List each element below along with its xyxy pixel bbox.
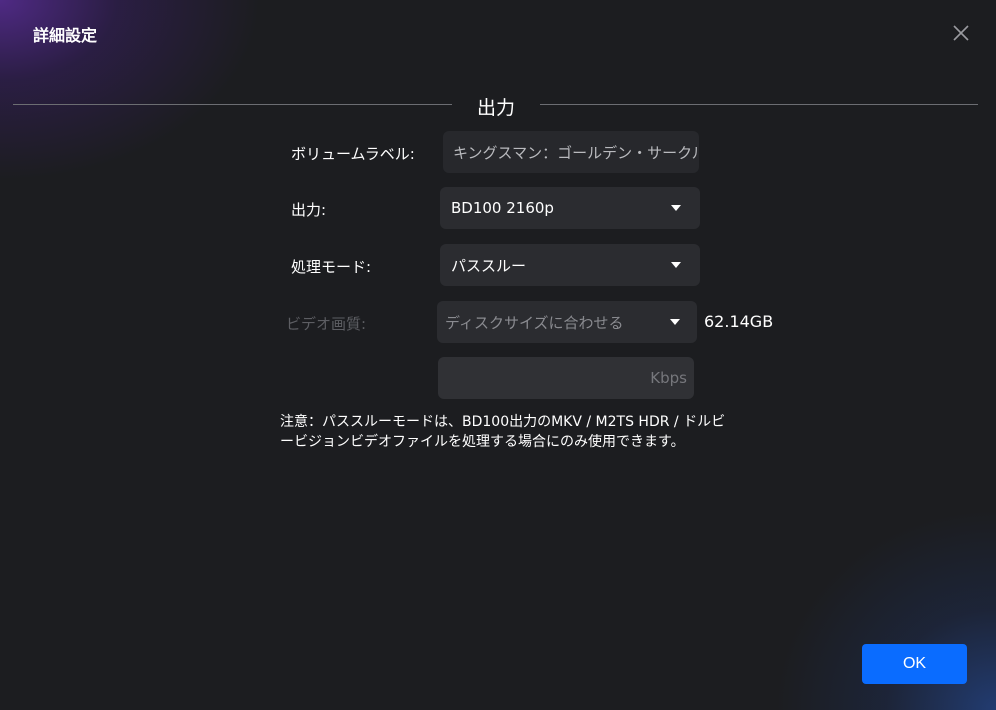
volume-label-value: キングスマン：ゴールデン・サークル (453, 143, 699, 162)
dialog-title: 詳細設定 (33, 26, 98, 45)
chevron-down-icon (670, 319, 680, 325)
video-quality-selected-value: ディスクサイズに合わせる (445, 313, 624, 332)
processing-mode-label: 処理モード: (291, 258, 372, 276)
section-title: 出力 (476, 97, 515, 119)
output-label: 出力: (291, 201, 327, 219)
processing-mode-selected-value: パススルー (451, 256, 527, 275)
section-divider-left (13, 104, 452, 105)
estimated-size: 62.14GB (704, 312, 774, 331)
bitrate-unit: Kbps (650, 369, 687, 387)
video-quality-label: ビデオ画質: (286, 315, 367, 333)
section-divider-right (540, 104, 978, 105)
ok-button[interactable]: OK (862, 644, 967, 684)
chevron-down-icon (671, 205, 681, 211)
volume-label-input[interactable]: キングスマン：ゴールデン・サークル (443, 131, 699, 173)
processing-mode-select[interactable]: パススルー (440, 244, 700, 286)
close-icon-glyph (953, 25, 969, 41)
output-selected-value: BD100 2160p (451, 199, 554, 217)
output-select[interactable]: BD100 2160p (440, 187, 700, 229)
advanced-settings-dialog: 詳細設定 出力 ボリュームラベル: キングスマン：ゴールデン・サークル 出力: … (0, 0, 996, 710)
passthrough-note: 注意：パススルーモードは、BD100出力のMKV / M2TS HDR / ドル… (280, 414, 726, 450)
bitrate-input: Kbps (438, 357, 694, 399)
volume-label-label: ボリュームラベル: (291, 145, 415, 163)
chevron-down-icon (671, 262, 681, 268)
video-quality-select: ディスクサイズに合わせる (437, 301, 697, 343)
close-icon[interactable] (950, 22, 972, 44)
